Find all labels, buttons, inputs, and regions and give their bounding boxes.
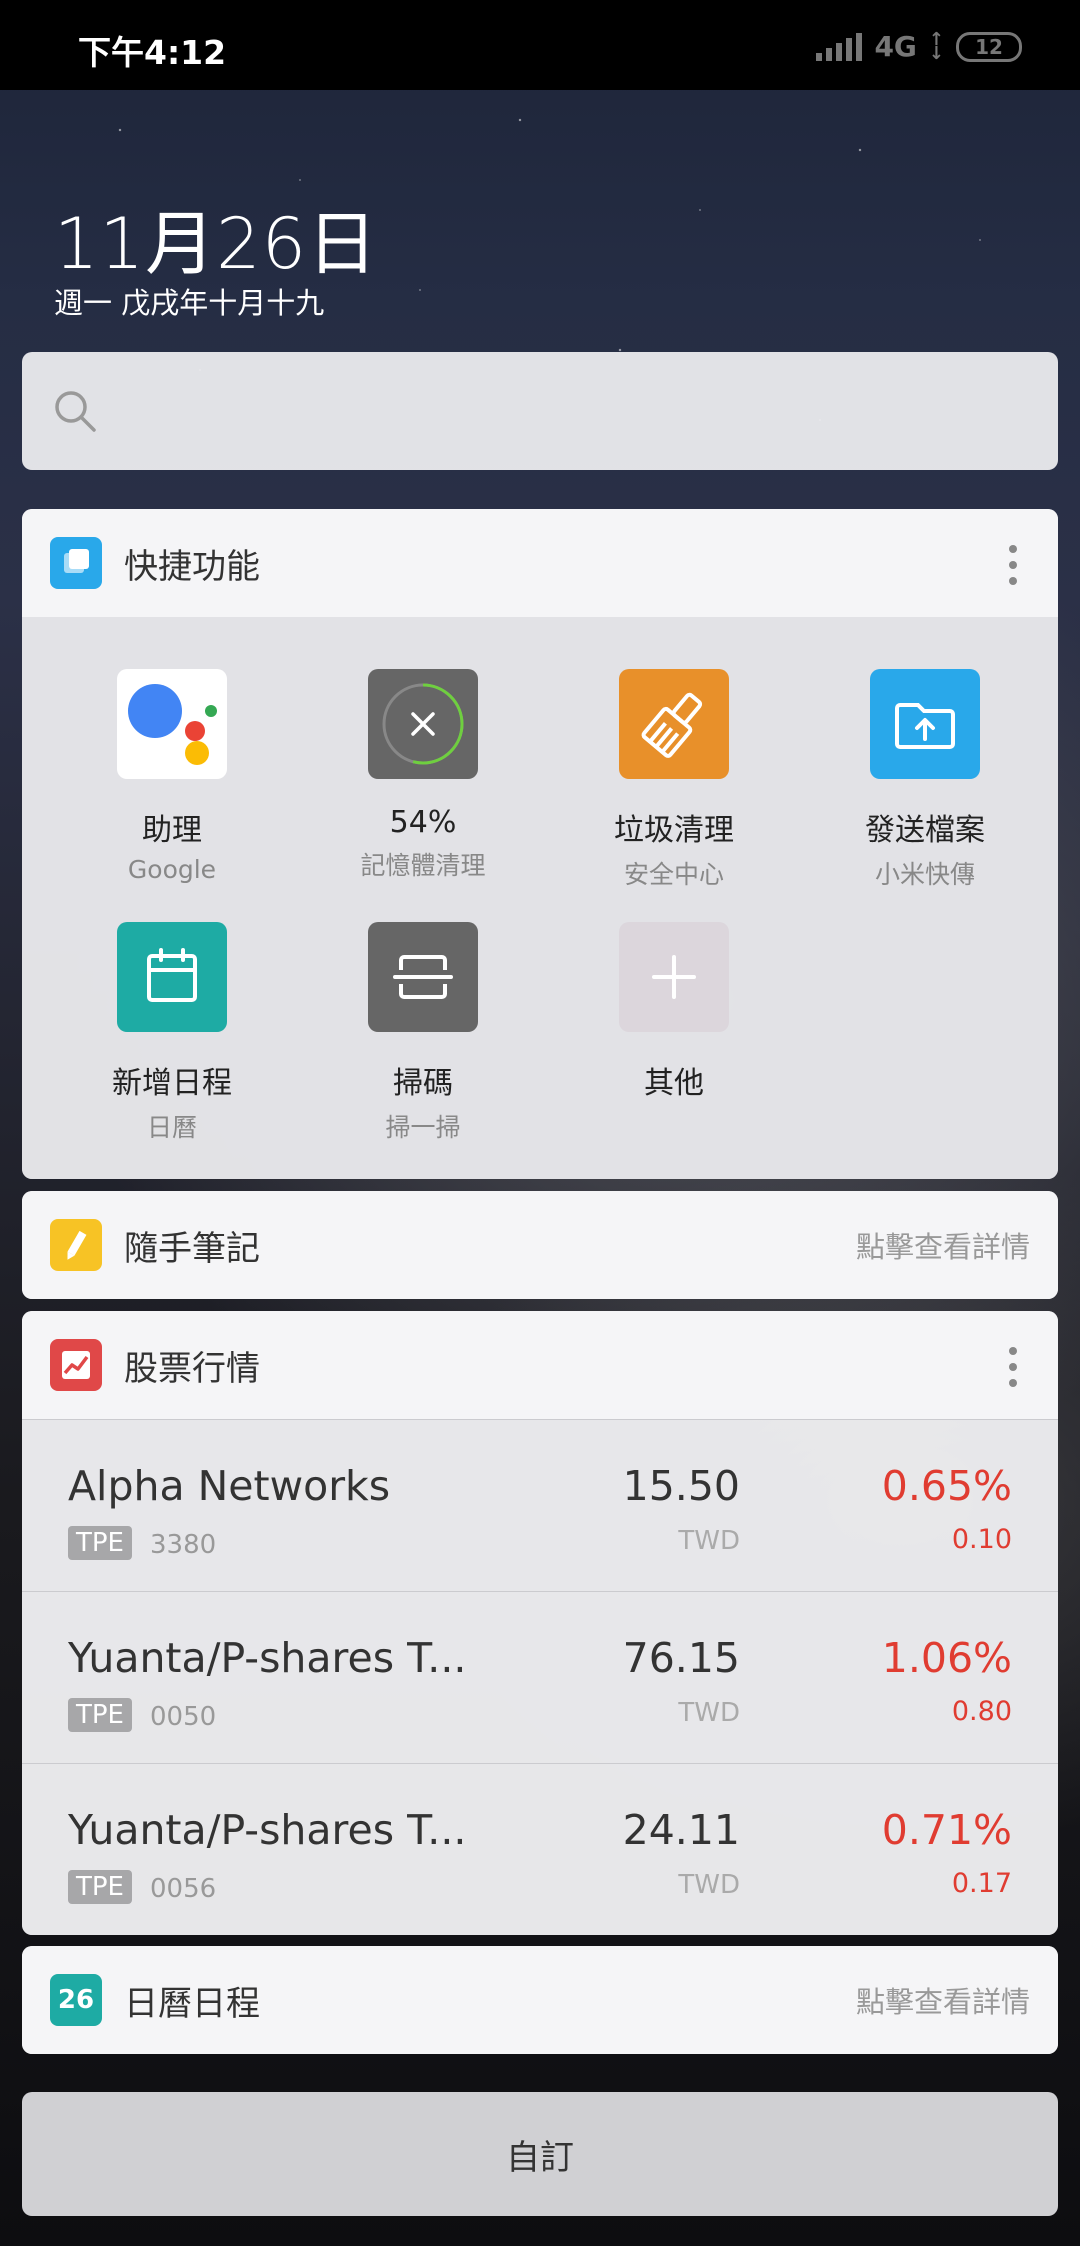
calendar-card[interactable]: 26 日曆日程 點擊查看詳情 xyxy=(22,1946,1058,2054)
stock-row[interactable]: Alpha Networks TPE 3380 15.50 TWD 0.65% … xyxy=(22,1419,1058,1591)
quick-item-sub: 掃一掃 xyxy=(385,1113,461,1142)
calendar-add-icon xyxy=(117,922,227,1032)
stock-price: 15.50 xyxy=(622,1462,740,1510)
calendar-icon-day: 26 xyxy=(57,1985,95,2015)
stocks-header: 股票行情 xyxy=(22,1311,1058,1419)
stock-code: 3380 xyxy=(150,1530,217,1560)
quick-item-label: 54% xyxy=(389,805,457,840)
stock-name: Yuanta/P-shares T... xyxy=(68,1634,467,1682)
stock-change: 0.80 xyxy=(951,1696,1012,1727)
exchange-badge: TPE xyxy=(68,1870,132,1904)
quick-item-label: 發送檔案 xyxy=(865,813,985,848)
status-bar: 下午4:12 4G ↑ ↓ 12 xyxy=(0,0,1080,90)
date-heading: 11月26日 xyxy=(54,203,379,285)
search-icon xyxy=(55,391,96,432)
status-icons: 4G ↑ ↓ 12 xyxy=(816,30,1022,63)
calendar-header: 26 日曆日程 點擊查看詳情 xyxy=(22,1946,1058,2054)
quick-item-cleaner[interactable]: 垃圾清理 安全中心 xyxy=(548,669,800,891)
stock-row[interactable]: Yuanta/P-shares T... TPE 0056 24.11 TWD … xyxy=(22,1763,1058,1935)
stock-percent: 0.65% xyxy=(881,1462,1012,1510)
exchange-badge: TPE xyxy=(68,1526,132,1560)
stock-price: 24.11 xyxy=(622,1806,740,1854)
quick-item-label: 垃圾清理 xyxy=(614,813,734,848)
calendar-icon: 26 xyxy=(50,1974,102,2026)
quick-item-sub: 安全中心 xyxy=(623,860,724,889)
quick-item-label: 其他 xyxy=(644,1066,704,1101)
more-options-icon[interactable] xyxy=(1008,545,1018,585)
memory-clean-icon xyxy=(368,669,478,779)
folder-upload-icon xyxy=(870,669,980,779)
stock-code: 0056 xyxy=(150,1874,217,1904)
quick-item-scan[interactable]: 掃碼 掃一掃 xyxy=(297,922,549,1144)
status-time: 下午4:12 xyxy=(78,33,227,72)
battery-icon: 12 xyxy=(956,31,1022,62)
pencil-icon xyxy=(50,1219,102,1271)
more-options-icon[interactable] xyxy=(1008,1347,1018,1387)
battery-level: 12 xyxy=(975,34,1003,59)
stock-price: 76.15 xyxy=(622,1634,740,1682)
stock-code: 0050 xyxy=(150,1702,217,1732)
calendar-detail-link[interactable]: 點擊查看詳情 xyxy=(856,1979,1030,2021)
quick-item-sub: 記憶體清理 xyxy=(360,851,486,880)
calendar-title: 日曆日程 xyxy=(124,1983,260,2024)
broom-icon xyxy=(619,669,729,779)
customize-button[interactable]: 自訂 xyxy=(22,2092,1058,2216)
quick-item-sub: Google xyxy=(127,855,217,884)
stock-percent: 0.71% xyxy=(881,1806,1012,1854)
quick-item-sub: 小米快傳 xyxy=(874,860,975,889)
stock-chart-icon xyxy=(50,1339,102,1391)
quick-functions-title: 快捷功能 xyxy=(124,546,260,587)
quick-item-sub: 日曆 xyxy=(146,1113,197,1142)
quick-functions-grid: 助理 Google 54% 記憶體清理 垃圾清理 安全中心 發送檔案 小米快傳 … xyxy=(22,617,1058,1179)
network-type: 4G xyxy=(874,30,917,63)
quick-item-assistant[interactable]: 助理 Google xyxy=(46,669,298,884)
stock-name: Yuanta/P-shares T... xyxy=(68,1806,467,1854)
quick-functions-header: 快捷功能 xyxy=(22,509,1058,617)
notes-header: 隨手筆記 點擊查看詳情 xyxy=(22,1191,1058,1299)
exchange-badge: TPE xyxy=(68,1698,132,1732)
quick-item-label: 掃碼 xyxy=(393,1066,453,1101)
quick-item-other[interactable]: 其他 xyxy=(548,922,800,1102)
data-arrows-icon: ↑ ↓ xyxy=(928,28,944,64)
google-assistant-icon xyxy=(117,669,227,779)
quick-item-label: 新增日程 xyxy=(112,1066,232,1101)
stock-currency: TWD xyxy=(678,1870,740,1900)
stock-percent: 1.06% xyxy=(881,1634,1012,1682)
stock-change: 0.10 xyxy=(951,1524,1012,1555)
stock-name: Alpha Networks xyxy=(68,1462,391,1510)
quick-item-new-event[interactable]: 新增日程 日曆 xyxy=(46,922,298,1144)
quick-functions-card: 快捷功能 助理 Google 54% 記憶體清理 垃圾清理 安全中心 發送檔案 … xyxy=(22,509,1058,1179)
notes-detail-link[interactable]: 點擊查看詳情 xyxy=(856,1224,1030,1266)
stock-currency: TWD xyxy=(678,1698,740,1728)
notes-card[interactable]: 隨手筆記 點擊查看詳情 xyxy=(22,1191,1058,1299)
notes-title: 隨手筆記 xyxy=(124,1228,260,1269)
stock-change: 0.17 xyxy=(951,1868,1012,1899)
quick-item-send-files[interactable]: 發送檔案 小米快傳 xyxy=(799,669,1051,891)
stock-row[interactable]: Yuanta/P-shares T... TPE 0050 76.15 TWD … xyxy=(22,1591,1058,1763)
stocks-card: 股票行情 Alpha Networks TPE 3380 15.50 TWD 0… xyxy=(22,1311,1058,1935)
quick-functions-icon xyxy=(50,537,102,589)
quick-item-memory[interactable]: 54% 記憶體清理 xyxy=(297,669,549,882)
signal-icon xyxy=(816,32,863,61)
search-bar[interactable] xyxy=(22,352,1058,470)
quick-item-label: 助理 xyxy=(142,813,202,848)
stocks-title: 股票行情 xyxy=(124,1348,260,1389)
lunar-date: 週一 戊戌年十月十九 xyxy=(54,286,325,320)
scan-icon xyxy=(368,922,478,1032)
plus-icon xyxy=(619,922,729,1032)
stock-currency: TWD xyxy=(678,1526,740,1556)
